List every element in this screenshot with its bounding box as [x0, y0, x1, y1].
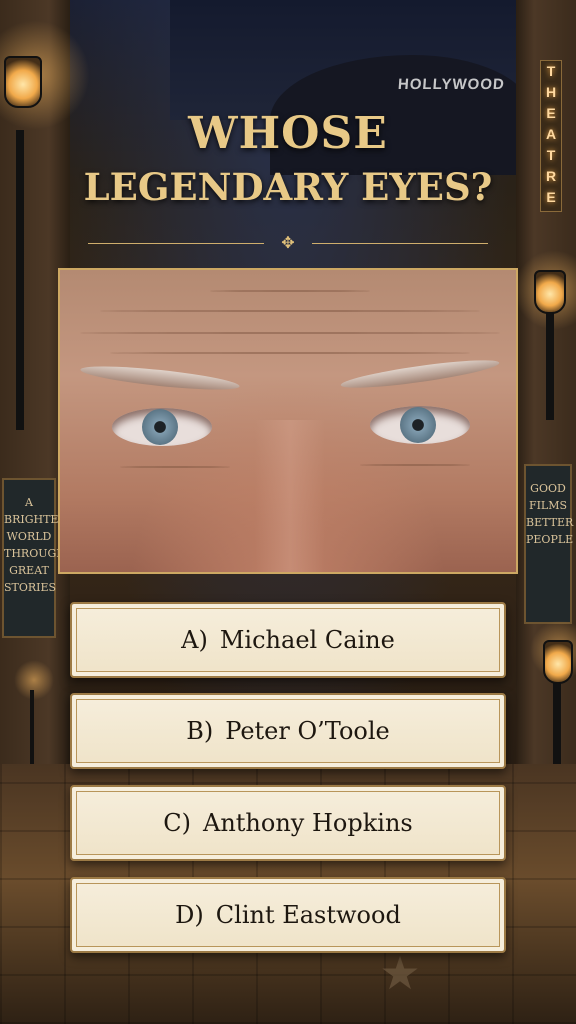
answer-option-c[interactable]: C) Anthony Hopkins: [70, 785, 506, 861]
poster-right-line: PEOPLE: [526, 533, 574, 546]
poster-left-line: BRIGHTER: [4, 513, 67, 526]
answer-option-b[interactable]: B) Peter O’Toole: [70, 693, 506, 769]
left-iris: [142, 409, 178, 445]
option-text: Michael Caine: [219, 626, 395, 654]
street-lamp-pole: [30, 690, 34, 770]
title-divider: ✥: [88, 233, 488, 252]
nose: [255, 420, 325, 572]
option-letter: A): [181, 626, 208, 654]
lamp-glow: [14, 660, 54, 700]
poster-left-line: GREAT: [9, 564, 49, 577]
divider-line: [88, 243, 264, 244]
right-iris: [400, 407, 436, 443]
poster-right-line: GOOD: [530, 482, 566, 495]
title-line-2: LEGENDARY EYES?: [83, 165, 493, 209]
walk-of-fame-star-icon: ★: [379, 946, 421, 1000]
left-eye: [112, 408, 212, 446]
street-lamp-icon: [534, 270, 566, 314]
option-text: Anthony Hopkins: [203, 809, 413, 837]
ornament-icon: ✥: [281, 233, 295, 252]
under-eye-wrinkle: [360, 464, 470, 466]
forehead-wrinkle: [210, 290, 370, 292]
street-lamp-pole: [546, 310, 554, 420]
poster-left-line: THROUGH: [4, 547, 66, 560]
forehead-wrinkle: [80, 332, 500, 334]
option-letter: C): [163, 809, 191, 837]
theatre-sign-letter: T: [546, 63, 556, 79]
left-eyebrow: [79, 361, 241, 395]
poster-right-line: FILMS: [528, 499, 568, 512]
street-lamp-icon: [4, 56, 42, 108]
poster-left-line: A: [25, 496, 33, 509]
option-text: Peter O’Toole: [225, 717, 390, 745]
under-eye-wrinkle: [120, 466, 230, 468]
poster-left: A BRIGHTER WORLD THROUGH GREAT STORIES: [2, 478, 67, 638]
option-letter: B): [186, 717, 214, 745]
poster-left-line: STORIES: [4, 581, 57, 594]
answer-option-a[interactable]: A) Michael Caine: [70, 602, 506, 678]
street-lamp-icon: [543, 640, 573, 684]
answer-option-d[interactable]: D) Clint Eastwood: [70, 877, 506, 953]
eyes-photo: [58, 268, 518, 574]
forehead-wrinkle: [110, 352, 470, 354]
hollywood-sign: HOLLYWOOD: [397, 76, 506, 93]
right-eye: [370, 406, 470, 444]
poster-right: GOOD FILMS BETTER PEOPLE: [524, 464, 574, 624]
quiz-title: WHOSE LEGENDARY EYES?: [0, 106, 576, 212]
theatre-sign-letter: H: [545, 84, 557, 100]
right-eyebrow: [339, 354, 501, 394]
title-line-1: WHOSE: [188, 108, 388, 159]
forehead-wrinkle: [100, 310, 480, 312]
option-text: Clint Eastwood: [215, 901, 401, 929]
option-letter: D): [175, 901, 204, 929]
poster-left-line: WORLD: [6, 530, 52, 543]
poster-right-line: BETTER: [526, 516, 574, 529]
divider-line: [312, 243, 488, 244]
